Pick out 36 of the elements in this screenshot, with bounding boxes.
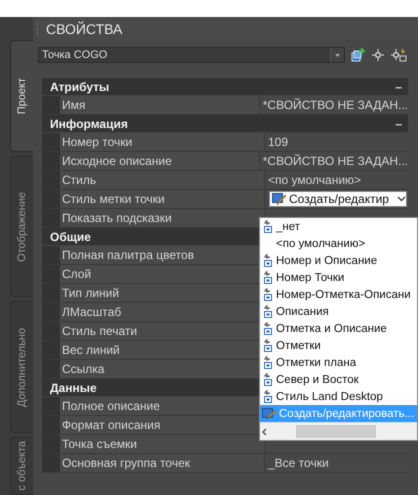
collapse-toggle[interactable]: – bbox=[395, 80, 402, 94]
point-style-icon bbox=[262, 271, 273, 284]
point-style-icon bbox=[262, 322, 273, 335]
side-tab[interactable]: Дополнительно bbox=[10, 301, 33, 433]
property-label: Стиль bbox=[42, 171, 265, 189]
point-style-icon bbox=[262, 220, 273, 233]
point-style-icon bbox=[262, 356, 273, 369]
point-style-icon bbox=[262, 339, 273, 352]
property-label: Имя bbox=[42, 96, 260, 114]
category-header[interactable]: Информация – bbox=[42, 115, 408, 133]
property-label: Стиль метки точки bbox=[42, 190, 265, 208]
category-header[interactable]: Атрибуты – bbox=[42, 78, 408, 96]
property-label: Точка съемки bbox=[42, 435, 265, 453]
property-label: Номер точки bbox=[42, 133, 265, 151]
side-tab[interactable]: Отображение bbox=[10, 156, 33, 298]
point-style-icon bbox=[262, 390, 273, 403]
property-label: Показать подсказки bbox=[42, 209, 265, 227]
object-type-dropdown[interactable]: Точка COGO bbox=[38, 47, 345, 63]
property-label: Основная группа точек bbox=[42, 454, 265, 472]
quick-select-icon[interactable] bbox=[391, 48, 407, 62]
panel-title: СВОЙСТВА bbox=[46, 20, 122, 36]
collapse-toggle[interactable]: – bbox=[395, 116, 402, 130]
style-dropdown[interactable]: Создать/редактир bbox=[269, 191, 407, 207]
point-style-icon bbox=[262, 254, 273, 267]
edit-icon bbox=[272, 192, 286, 206]
point-style-icon bbox=[262, 373, 273, 386]
caret-icon bbox=[335, 54, 340, 56]
side-tab[interactable]: с объекта bbox=[10, 436, 33, 495]
edit-icon bbox=[262, 406, 276, 420]
add-selection-icon[interactable] bbox=[351, 48, 365, 62]
horizontal-scrollbar[interactable] bbox=[260, 422, 417, 440]
side-tab[interactable]: Проект bbox=[10, 40, 33, 152]
crosshair-icon[interactable] bbox=[371, 48, 385, 62]
property-label: Исходное описание bbox=[42, 152, 260, 170]
point-style-icon bbox=[262, 288, 273, 301]
point-style-icon bbox=[262, 305, 273, 318]
